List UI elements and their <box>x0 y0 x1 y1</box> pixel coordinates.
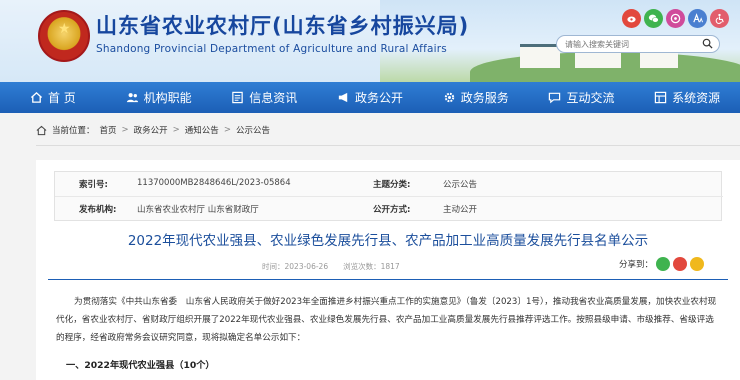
issuer-label: 发布机构: <box>79 205 117 215</box>
nav-item-news[interactable]: 信息资讯 <box>211 82 317 113</box>
nav-item-label: 信息资讯 <box>249 91 298 105</box>
nav-item-home[interactable]: 首 页 <box>0 82 106 113</box>
nav-item-label: 系统资源 <box>672 91 721 105</box>
breadcrumb-item-gov-affairs[interactable]: 政务公开 <box>134 124 168 136</box>
home-icon <box>36 125 47 135</box>
share-label: 分享到： <box>619 260 654 270</box>
article-share-bar: 分享到： <box>619 257 705 271</box>
people-icon <box>126 93 138 103</box>
info-icon <box>232 91 244 104</box>
breadcrumb-divider <box>36 145 740 146</box>
site-title[interactable]: 山东省农业农村厅(山东省乡村振兴局) <box>96 10 469 40</box>
moments-icon[interactable] <box>666 9 685 28</box>
issuer-value: 山东省农业农村厅 山东省财政厅 <box>137 205 259 215</box>
header-building-decoration <box>520 44 560 68</box>
grid-icon <box>654 91 667 104</box>
breadcrumb-separator: > <box>223 125 231 135</box>
site-subtitle: Shandong Provincial Department of Agricu… <box>96 43 447 55</box>
breadcrumb-prefix: 当前位置： <box>52 126 95 136</box>
open-method-label: 公开方式: <box>373 205 411 215</box>
megaphone-icon <box>338 92 348 103</box>
search-icon[interactable] <box>702 38 713 49</box>
nav-item-gov-affairs[interactable]: 政务公开 <box>317 82 423 113</box>
nav-item-interaction[interactable]: 互动交流 <box>529 82 635 113</box>
main-nav: 首 页 机构职能 信息资讯 政务公开 政务服务 互动交流 系统资源 <box>0 82 740 113</box>
nav-item-system-resources[interactable]: 系统资源 <box>634 82 740 113</box>
chat-icon <box>549 92 561 104</box>
wechat-icon[interactable] <box>644 9 663 28</box>
breadcrumb-item-notices[interactable]: 通知公告 <box>185 124 219 136</box>
nav-item-label: 机构职能 <box>143 91 192 105</box>
article-title: 2022年现代农业强县、农业绿色发展先行县、农产品加工业高质量发展先行县名单公示 <box>127 233 649 249</box>
article-info: 时间：2023-06-26 浏览次数：1817 <box>262 262 400 271</box>
page: ★ 山东省农业农村厅(山东省乡村振兴局) Shandong Provincial… <box>0 0 740 380</box>
search-input[interactable] <box>565 38 695 51</box>
nav-item-label: 政务公开 <box>355 91 404 105</box>
breadcrumb-item-home[interactable]: 首页 <box>100 124 117 136</box>
category-label: 主题分类: <box>373 180 411 190</box>
open-method-value: 主动公开 <box>443 205 478 215</box>
gear-icon <box>444 92 454 103</box>
nav-item-label: 互动交流 <box>566 91 615 105</box>
breadcrumb-item-announcements[interactable]: 公示公告 <box>236 124 270 136</box>
category-value: 公示公告 <box>443 180 478 190</box>
breadcrumb-separator: > <box>172 125 180 135</box>
article-meta-table: 索引号: 11370000MB2848646L/2023-05864 主题分类:… <box>54 171 723 221</box>
index-value: 11370000MB2848646L/2023-05864 <box>137 178 291 188</box>
national-emblem-logo[interactable]: ★ <box>38 10 90 62</box>
site-header: ★ 山东省农业农村厅(山东省乡村振兴局) Shandong Provincial… <box>0 0 740 82</box>
breadcrumb: 当前位置： 首页 > 政务公开 > 通知公告 > 公示公告 <box>36 123 270 137</box>
search-box <box>556 35 720 53</box>
top-share-bar <box>622 9 729 28</box>
nav-item-label: 首 页 <box>47 91 76 105</box>
section-heading: 一、2022年现代农业强县（10个） <box>66 360 215 371</box>
nav-item-organization[interactable]: 机构职能 <box>106 82 212 113</box>
home-icon <box>30 91 42 103</box>
qzone-share-icon[interactable] <box>690 257 705 271</box>
article-body: 为贯彻落实《中共山东省委 山东省人民政府关于做好2023年全面推进乡村振兴重点工… <box>56 297 717 343</box>
weibo-share-icon[interactable] <box>673 257 688 271</box>
weibo-icon[interactable] <box>622 9 641 28</box>
nav-item-gov-services[interactable]: 政务服务 <box>423 82 529 113</box>
breadcrumb-separator: > <box>121 125 129 135</box>
accessibility-icon[interactable] <box>710 9 729 28</box>
nav-item-label: 政务服务 <box>460 91 509 105</box>
meta-row-divider <box>55 196 723 197</box>
index-label: 索引号: <box>79 180 108 190</box>
article-divider <box>48 279 728 280</box>
wechat-share-icon[interactable] <box>656 257 671 271</box>
font-size-icon[interactable] <box>688 9 707 28</box>
article-panel: 索引号: 11370000MB2848646L/2023-05864 主题分类:… <box>36 160 740 380</box>
